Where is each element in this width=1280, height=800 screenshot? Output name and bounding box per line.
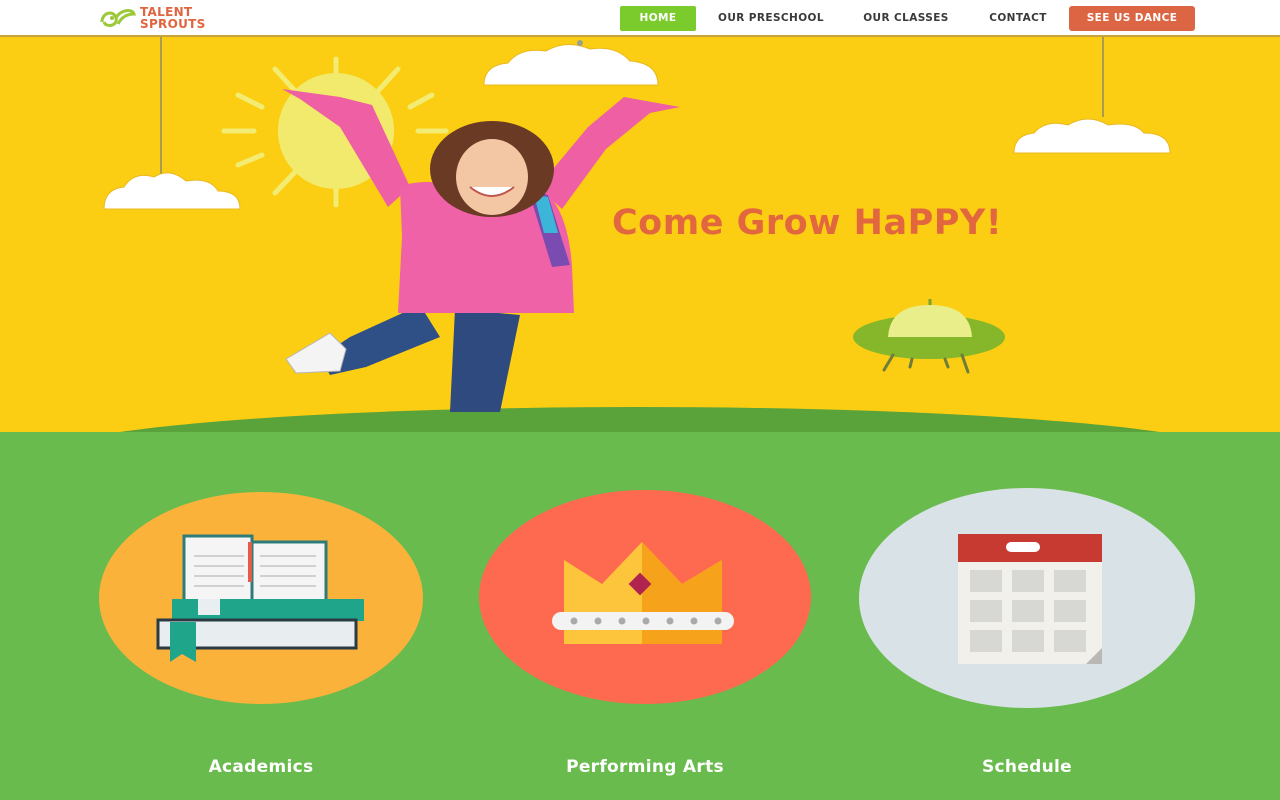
schedule-label[interactable]: Schedule xyxy=(858,757,1196,777)
nav-contact[interactable]: CONTACT xyxy=(978,6,1058,31)
main-nav: HOME OUR PRESCHOOL OUR CLASSES CONTACT S… xyxy=(0,6,1280,31)
see-us-dance-button[interactable]: SEE US DANCE xyxy=(1069,6,1195,31)
cloud-right-icon xyxy=(1013,37,1171,154)
nav-our-classes[interactable]: OUR CLASSES xyxy=(852,6,960,31)
cloud-left-icon xyxy=(103,37,241,210)
spaceship-icon xyxy=(853,299,1005,374)
site-header: TALENT SPROUTS HOME OUR PRESCHOOL OUR CL… xyxy=(0,0,1280,37)
schedule-card[interactable] xyxy=(858,488,1196,708)
performing-arts-card[interactable] xyxy=(478,490,812,704)
performing-arts-label[interactable]: Performing Arts xyxy=(478,757,812,777)
features-section: Academics Performing Arts Schedule xyxy=(0,430,1280,800)
cloud-top-icon xyxy=(483,40,659,86)
nav-our-preschool[interactable]: OUR PRESCHOOL xyxy=(710,6,832,31)
academics-card[interactable] xyxy=(98,492,424,704)
hero-tagline: Come Grow HaPPY! xyxy=(612,203,1003,243)
calendar-icon xyxy=(958,534,1102,664)
nav-home[interactable]: HOME xyxy=(620,6,696,31)
academics-label[interactable]: Academics xyxy=(98,757,424,777)
sun-icon xyxy=(221,56,449,208)
hero-banner: Come Grow HaPPY! xyxy=(0,37,1280,432)
